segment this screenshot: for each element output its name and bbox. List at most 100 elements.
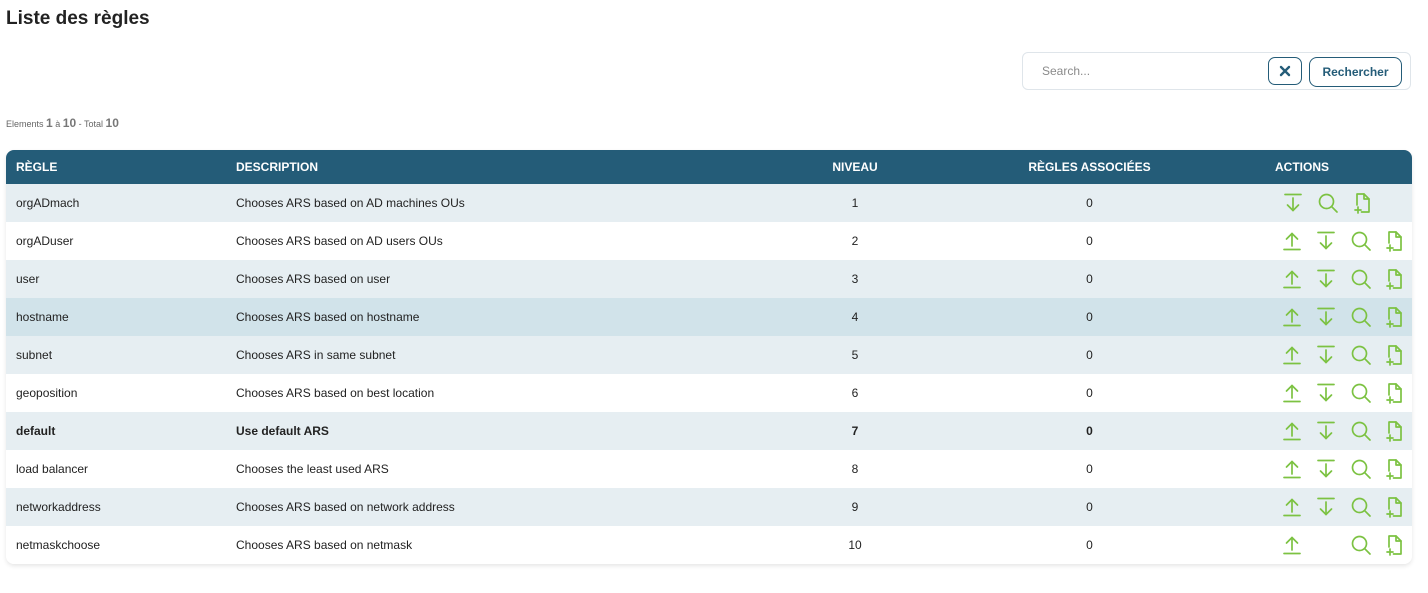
- cell-description: Chooses ARS based on AD machines OUs: [236, 196, 465, 210]
- cell-associated-rules: 0: [1086, 348, 1093, 362]
- cell-description: Chooses ARS based on netmask: [236, 538, 413, 552]
- column-header-associated-rules[interactable]: RÈGLES ASSOCIÉES: [904, 150, 1275, 184]
- view-rule-button[interactable]: [1344, 222, 1378, 260]
- cell-actions: [1275, 526, 1412, 564]
- cell-level: 10: [848, 538, 862, 552]
- search-icon: [1351, 307, 1371, 327]
- table-row: user Chooses ARS based on user 3 0: [6, 260, 1412, 298]
- move-up-button[interactable]: [1275, 260, 1309, 298]
- move-down-button[interactable]: [1309, 336, 1343, 374]
- add-associated-rule-button[interactable]: [1378, 412, 1412, 450]
- move-down-button[interactable]: [1309, 298, 1343, 336]
- pagination-to: 10: [62, 116, 77, 130]
- cell-description: Use default ARS: [236, 424, 329, 438]
- search-icon: [1351, 269, 1371, 289]
- cell-description: Chooses ARS in same subnet: [236, 348, 396, 362]
- table-row: hostname Chooses ARS based on hostname 4 0: [6, 298, 1412, 336]
- move-down-button[interactable]: [1309, 450, 1343, 488]
- move-down-button[interactable]: [1309, 412, 1343, 450]
- cell-rule: default: [16, 424, 56, 438]
- add-associated-rule-button[interactable]: [1345, 184, 1380, 222]
- arrow-up-icon: [1283, 270, 1301, 289]
- move-up-button[interactable]: [1275, 412, 1309, 450]
- add-file-icon: [1386, 345, 1402, 366]
- table-header-row: RÈGLE DESCRIPTION NIVEAU RÈGLES ASSOCIÉE…: [6, 150, 1412, 184]
- cell-level: 4: [851, 310, 859, 324]
- view-rule-button[interactable]: [1344, 412, 1378, 450]
- cell-rule: orgADuser: [16, 234, 74, 248]
- view-rule-button[interactable]: [1344, 374, 1378, 412]
- action-placeholder: [1309, 526, 1343, 564]
- search-icon: [1351, 421, 1371, 441]
- move-up-button[interactable]: [1275, 526, 1309, 564]
- search-icon: [1351, 497, 1371, 517]
- view-rule-button[interactable]: [1344, 526, 1378, 564]
- table-row: load balancer Chooses the least used ARS 8…: [6, 450, 1412, 488]
- view-rule-button[interactable]: [1344, 260, 1378, 298]
- arrow-down-icon: [1283, 193, 1302, 212]
- cell-description: Chooses ARS based on user: [236, 272, 391, 286]
- add-associated-rule-button[interactable]: [1378, 488, 1412, 526]
- close-icon: [1279, 65, 1291, 77]
- add-associated-rule-button[interactable]: [1378, 298, 1412, 336]
- cell-associated-rules: 0: [1086, 462, 1093, 476]
- column-header-description[interactable]: DESCRIPTION: [236, 150, 806, 184]
- view-rule-button[interactable]: [1344, 450, 1378, 488]
- cell-level: 6: [851, 386, 859, 400]
- move-up-button[interactable]: [1275, 298, 1309, 336]
- add-associated-rule-button[interactable]: [1378, 222, 1412, 260]
- cell-description: Chooses ARS based on network address: [236, 500, 455, 514]
- view-rule-button[interactable]: [1344, 298, 1378, 336]
- move-up-button[interactable]: [1275, 222, 1309, 260]
- cell-actions: [1275, 222, 1412, 260]
- view-rule-button[interactable]: [1344, 336, 1378, 374]
- search-input[interactable]: [1029, 56, 1279, 86]
- table-row: orgADmach Chooses ARS based on AD machine…: [6, 184, 1412, 222]
- move-up-button[interactable]: [1275, 488, 1309, 526]
- move-up-button[interactable]: [1275, 336, 1309, 374]
- view-rule-button[interactable]: [1310, 184, 1345, 222]
- move-down-button[interactable]: [1309, 374, 1343, 412]
- add-associated-rule-button[interactable]: [1378, 336, 1412, 374]
- table-row: orgADuser Chooses ARS based on AD users O…: [6, 222, 1412, 260]
- column-header-level[interactable]: NIVEAU: [806, 150, 904, 184]
- add-associated-rule-button[interactable]: [1378, 260, 1412, 298]
- pagination-from: 1: [46, 116, 53, 130]
- move-down-button[interactable]: [1275, 184, 1310, 222]
- move-up-button[interactable]: [1275, 374, 1309, 412]
- table-row: subnet Chooses ARS in same subnet 5 0: [6, 336, 1412, 374]
- add-associated-rule-button[interactable]: [1378, 374, 1412, 412]
- arrow-down-icon: [1317, 383, 1336, 402]
- arrow-up-icon: [1283, 232, 1301, 251]
- move-up-button[interactable]: [1275, 450, 1309, 488]
- cell-associated-rules: 0: [1086, 424, 1093, 438]
- cell-associated-rules: 0: [1086, 196, 1093, 210]
- view-rule-button[interactable]: [1344, 488, 1378, 526]
- pagination-prefix: Elements: [6, 119, 44, 129]
- add-file-icon: [1353, 193, 1370, 214]
- add-file-icon: [1386, 269, 1402, 290]
- column-header-rule[interactable]: RÈGLE: [6, 150, 236, 184]
- cell-level: 8: [851, 462, 859, 476]
- add-associated-rule-button[interactable]: [1378, 450, 1412, 488]
- move-down-button[interactable]: [1309, 222, 1343, 260]
- cell-associated-rules: 0: [1086, 386, 1093, 400]
- pagination-total: 10: [105, 116, 119, 130]
- move-down-button[interactable]: [1309, 260, 1343, 298]
- add-file-icon: [1386, 231, 1402, 252]
- add-associated-rule-button[interactable]: [1378, 526, 1412, 564]
- arrow-up-icon: [1283, 460, 1301, 479]
- cell-level: 5: [851, 348, 859, 362]
- arrow-up-icon: [1283, 422, 1301, 441]
- arrow-up-icon: [1283, 536, 1301, 555]
- search-button[interactable]: Rechercher: [1309, 57, 1402, 87]
- cell-level: 7: [851, 424, 859, 438]
- arrow-down-icon: [1317, 231, 1336, 250]
- cell-actions: [1275, 450, 1412, 488]
- pagination-total-label: - Total: [78, 119, 104, 129]
- cell-associated-rules: 0: [1086, 500, 1093, 514]
- move-down-button[interactable]: [1309, 488, 1343, 526]
- table-row: geoposition Chooses ARS based on best loc…: [6, 374, 1412, 412]
- clear-search-button[interactable]: [1268, 57, 1302, 85]
- cell-actions: [1275, 260, 1412, 298]
